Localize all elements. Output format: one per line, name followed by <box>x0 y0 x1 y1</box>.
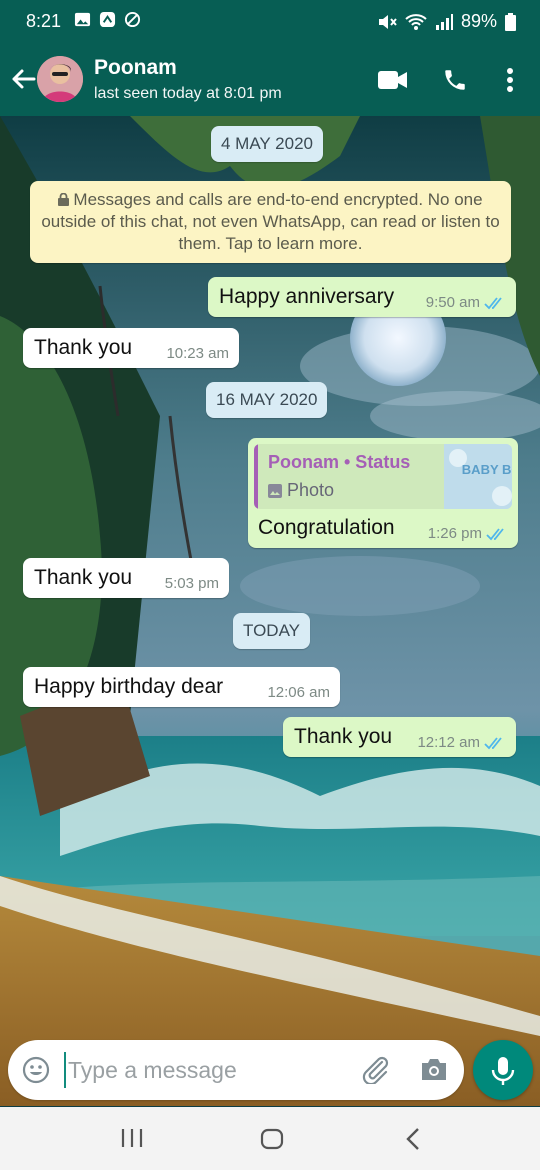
quote-type-label: Photo <box>287 480 335 500</box>
message-time: 9:50 am <box>425 294 480 311</box>
notification-icons <box>74 11 141 28</box>
double-tick-icon <box>484 736 502 749</box>
message-text: Congratulation <box>258 516 395 539</box>
block-notification-icon <box>124 11 141 28</box>
status-bar: 8:21 89% <box>0 0 540 42</box>
voice-message-button[interactable] <box>473 1040 533 1100</box>
baby-boy-thumbnail: BABY BOY <box>444 444 512 509</box>
contact-name[interactable]: Poonam <box>94 56 177 80</box>
chat-area[interactable]: 4 MAY 2020 Messages and calls are end-to… <box>0 116 540 1106</box>
quote-author: Poonam • Status <box>268 452 411 472</box>
avatar-photo <box>37 56 83 102</box>
battery-percent: 89% <box>460 11 497 31</box>
date-chip: 16 MAY 2020 <box>206 382 328 418</box>
mic-icon <box>491 1057 515 1085</box>
quote-type: Photo <box>268 480 334 501</box>
encryption-notice[interactable]: Messages and calls are end-to-end encryp… <box>30 181 511 263</box>
attach-icon[interactable] <box>360 1056 390 1084</box>
wifi-icon <box>405 13 427 30</box>
nav-back-icon[interactable] <box>404 1127 422 1151</box>
message-incoming[interactable]: Thank you 5:03 pm <box>23 558 229 598</box>
message-outgoing-reply[interactable]: Poonam • Status Photo BABY BOY Congratul… <box>248 438 518 548</box>
chat-wallpaper <box>0 116 540 1106</box>
system-indicators: 89% <box>377 11 516 32</box>
battery-icon <box>505 12 516 31</box>
message-outgoing[interactable]: Thank you 12:12 am <box>283 717 516 757</box>
message-time: 10:23 am <box>166 345 229 362</box>
date-chip: 4 MAY 2020 <box>211 126 323 162</box>
avatar[interactable] <box>37 56 83 102</box>
lock-icon <box>58 192 70 206</box>
message-text: Thank you <box>294 725 393 748</box>
emoji-icon[interactable] <box>22 1056 50 1084</box>
quote-accent-bar <box>254 444 258 509</box>
message-text: Happy anniversary <box>219 285 395 308</box>
message-incoming[interactable]: Happy birthday dear 12:06 am <box>23 667 340 707</box>
double-tick-icon <box>486 527 504 540</box>
system-nav-bar <box>0 1107 540 1170</box>
message-text: Thank you <box>34 566 133 589</box>
message-time: 12:06 am <box>267 684 330 701</box>
message-time: 1:26 pm <box>427 525 482 542</box>
message-text: Happy birthday dear <box>34 675 224 698</box>
message-composer <box>8 1040 464 1100</box>
status-thumbnail: BABY BOY <box>444 444 512 509</box>
double-tick-icon <box>484 296 502 309</box>
video-call-icon[interactable] <box>378 70 408 90</box>
recent-apps-icon[interactable] <box>120 1127 144 1149</box>
mute-icon <box>378 14 397 29</box>
message-outgoing[interactable]: Happy anniversary 9:50 am <box>208 277 516 317</box>
thumbnail-text: BABY BOY <box>462 462 512 477</box>
message-input[interactable] <box>64 1052 344 1088</box>
phone-icon[interactable] <box>442 67 468 93</box>
quoted-status[interactable]: Poonam • Status Photo BABY BOY <box>254 444 512 509</box>
camera-icon[interactable] <box>420 1056 448 1082</box>
message-text: Thank you <box>34 336 133 359</box>
chat-header: Poonam last seen today at 8:01 pm <box>0 42 540 116</box>
app-notification-icon <box>99 11 116 28</box>
gallery-notification-icon <box>74 12 91 27</box>
home-icon[interactable] <box>259 1127 285 1151</box>
message-incoming[interactable]: Thank you 10:23 am <box>23 328 239 368</box>
message-time: 5:03 pm <box>164 575 219 592</box>
back-arrow-icon[interactable] <box>8 64 38 94</box>
date-chip: TODAY <box>233 613 310 649</box>
last-seen-status[interactable]: last seen today at 8:01 pm <box>94 85 282 103</box>
status-time: 8:21 <box>26 11 62 31</box>
photo-icon <box>268 483 282 498</box>
signal-icon <box>435 13 453 30</box>
more-options-icon[interactable] <box>505 67 515 93</box>
message-time: 12:12 am <box>417 734 480 751</box>
encryption-notice-text: Messages and calls are end-to-end encryp… <box>41 190 500 253</box>
